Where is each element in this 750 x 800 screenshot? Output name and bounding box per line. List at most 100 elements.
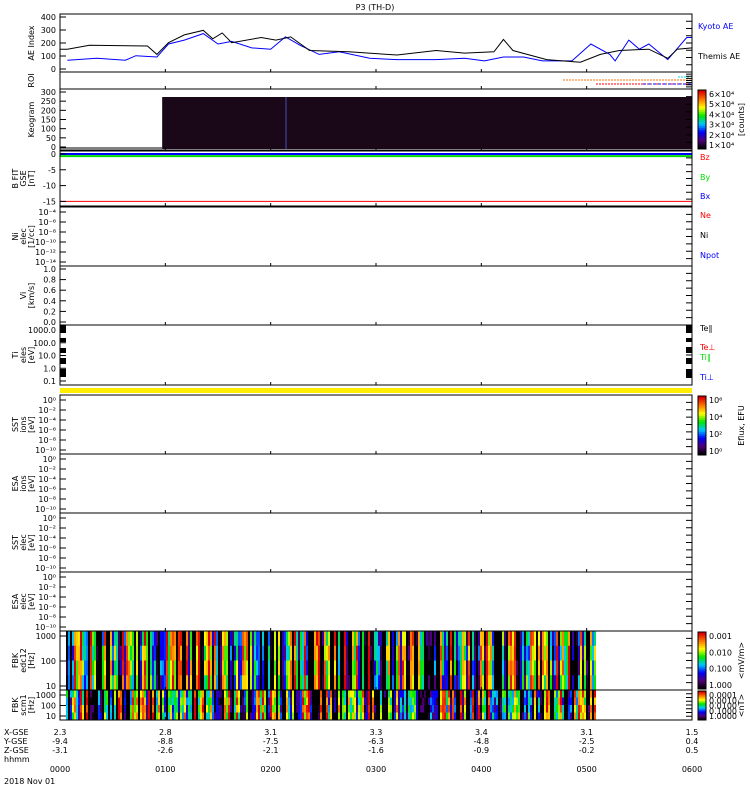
fbk_edc-cell (554, 675, 556, 691)
fbk_edc-cell (302, 645, 304, 661)
fbk_scm-cell (396, 712, 398, 721)
fbk_scm-cell (146, 690, 148, 698)
fbk_edc-cell (244, 631, 246, 647)
fbk_scm-cell (224, 690, 226, 698)
fbk_scm-cell (594, 697, 596, 706)
fbk_scm-cell (574, 690, 576, 698)
fbk_scm-cell (500, 697, 502, 706)
fbk_scm-cell (474, 712, 476, 721)
fbk_scm-cell (338, 697, 340, 706)
fbk_scm-cell (476, 690, 478, 698)
fbk_edc-cell (186, 645, 188, 661)
fbk_edc-cell (450, 675, 452, 691)
fbk_edc-cell (98, 631, 100, 647)
fbk_scm-cell (350, 690, 352, 698)
fbk_scm-cell (382, 690, 384, 698)
fbk_edc-cell (212, 631, 214, 647)
fbk_scm-cell (478, 705, 480, 713)
fbk_scm-cell (172, 697, 174, 706)
fbk_edc-cell (456, 675, 458, 691)
fbk_edc-cell (212, 660, 214, 676)
fbk_scm-cell (554, 690, 556, 698)
fbk_edc-cell (306, 645, 308, 661)
fbk_scm-cell (208, 697, 210, 706)
fbk_scm-cell (172, 712, 174, 721)
fbk_edc-cell (254, 645, 256, 661)
fbk_scm-cell (138, 712, 140, 721)
fbk_scm-y-tick-label: 1000 (36, 691, 56, 700)
fbk_edc-cell (502, 660, 504, 676)
fbk_scm-cell (410, 690, 412, 698)
fbk_scm-cell (490, 697, 492, 706)
fbk_scm-cell (68, 712, 70, 721)
fbk_scm-cell (380, 712, 382, 721)
fbk_scm-cell (242, 697, 244, 706)
fbk_edc-cell (506, 675, 508, 691)
fbk_scm-cell (522, 705, 524, 713)
fbk_scm-cell (348, 690, 350, 698)
fbk_scm-cell (576, 712, 578, 721)
fbk_edc-cell (160, 660, 162, 676)
fbk_edc-cell (376, 631, 378, 647)
fbk_scm-cell (446, 690, 448, 698)
fbk_scm-cell (316, 690, 318, 698)
fbk_edc-cell (202, 675, 204, 691)
fbk_edc-cell (594, 645, 596, 661)
fbk_edc-cell (344, 660, 346, 676)
fbk_edc-cell (288, 660, 290, 676)
fbk_scm-cell (258, 705, 260, 713)
fbk_scm-cell (268, 712, 270, 721)
fbk_scm-cell (130, 690, 132, 698)
fbk-edc-colorbar-tick: 1.000 (709, 681, 732, 690)
fbk_scm-cell (408, 712, 410, 721)
fbk_edc-cell (224, 675, 226, 691)
fbk_edc-cell (356, 675, 358, 691)
fbk_scm-cell (162, 697, 164, 706)
fbk_scm-cell (294, 690, 296, 698)
fbk_edc-cell (144, 675, 146, 691)
fbk_edc-cell (588, 631, 590, 647)
fbk_scm-cell (140, 690, 142, 698)
fbk_scm-cell (536, 690, 538, 698)
fbk_scm-cell (532, 712, 534, 721)
fbk_scm-cell (436, 697, 438, 706)
fbk_edc-cell (590, 631, 592, 647)
fbk_scm-cell (114, 705, 116, 713)
fbk_scm-cell (222, 712, 224, 721)
keogram-y-tick-label: 250 (41, 97, 56, 106)
fbk_edc-cell (534, 660, 536, 676)
fbk_edc-cell (252, 675, 254, 691)
fbk_scm-cell (200, 712, 202, 721)
fbk_scm-cell (404, 697, 406, 706)
fbk_edc-cell (592, 645, 594, 661)
fbk_scm-cell (70, 712, 72, 721)
fbk_scm-cell (152, 712, 154, 721)
fbk_scm-cell (170, 690, 172, 698)
fbk_edc-cell (468, 645, 470, 661)
fbk_scm-cell (140, 697, 142, 706)
esa_ion-y-tick-label: 10⁻⁴ (38, 475, 56, 484)
fbk_scm-cell (590, 712, 592, 721)
fbk_edc-cell (516, 645, 518, 661)
fbk_scm-cell (78, 712, 80, 721)
fbk_edc-cell (314, 675, 316, 691)
fbk_scm-cell (384, 690, 386, 698)
fbk_edc-cell (338, 645, 340, 661)
fbk_edc-cell (76, 675, 78, 691)
ephemeris-value: 0300 (366, 765, 386, 774)
fbk_scm-cell (256, 697, 258, 706)
fbk_scm-cell (578, 697, 580, 706)
sst_elec-y-tick-label: 10⁰ (43, 514, 56, 523)
fbk_edc-cell (522, 675, 524, 691)
fbk_edc-cell (388, 675, 390, 691)
fbk_edc-cell (272, 660, 274, 676)
fbk_scm-cell (82, 690, 84, 698)
fbk_scm-cell (246, 690, 248, 698)
fbk_edc-cell (104, 631, 106, 647)
fbk_edc-cell (334, 660, 336, 676)
fbk_scm-cell (482, 690, 484, 698)
fbk_scm-cell (148, 705, 150, 713)
fbk_scm-cell (160, 712, 162, 721)
fbk_scm-cell (540, 697, 542, 706)
fbk_edc-cell (102, 675, 104, 691)
